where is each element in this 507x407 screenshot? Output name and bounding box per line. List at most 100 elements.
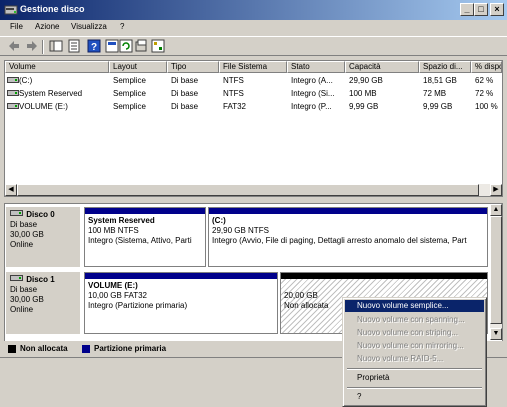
volume-name: System Reserved [19, 89, 83, 98]
volume-row[interactable]: (C:) Semplice Di base NTFS Integro (A...… [5, 74, 502, 87]
partition-detail: 10,00 GB FAT32 [88, 291, 147, 300]
volume-status: Integro (Si... [291, 89, 335, 98]
partition-detail: 29,90 GB NTFS [212, 226, 269, 235]
primary-partition-swatch [82, 345, 90, 353]
volume-layout: Semplice [113, 76, 146, 85]
disk-management-icon [4, 5, 18, 15]
disk-1-status: Online [10, 305, 34, 314]
volume-row[interactable]: System Reserved Semplice Di base NTFS In… [5, 87, 502, 100]
column-header-file-system[interactable]: File Sistema [219, 61, 287, 73]
graphical-view-vertical-scrollbar[interactable]: ▲ ▼ [490, 204, 502, 340]
volume-list-horizontal-scrollbar[interactable]: ◀ ▶ [5, 184, 502, 196]
disk-1-size: 30,00 GB [10, 295, 44, 304]
menu-item-new-striped-volume[interactable]: Nuovo volume con striping... [345, 327, 484, 339]
partition-name: System Reserved [88, 216, 155, 225]
legend-unallocated: Non allocata [20, 344, 68, 353]
volume-free-space: 9,99 GB [423, 102, 453, 111]
disk-1-label[interactable]: Disco 1 Di base 30,00 GB Online [6, 272, 80, 334]
disk-icon [10, 275, 23, 281]
disk-0-label[interactable]: Disco 0 Di base 30,00 GB Online [6, 207, 80, 267]
volume-row[interactable]: VOLUME (E:) Semplice Di base FAT32 Integ… [5, 100, 502, 113]
scroll-right-icon[interactable]: ▶ [490, 184, 502, 196]
partition-volume-e[interactable]: VOLUME (E:) 10,00 GB FAT32 Integro (Part… [84, 272, 278, 334]
column-header-percent[interactable]: % dispo [471, 61, 502, 73]
partition-status: Integro (Sistema, Attivo, Parti [88, 236, 192, 245]
partition-name: VOLUME (E:) [88, 281, 138, 290]
menu-separator [347, 368, 482, 370]
column-header-layout[interactable]: Layout [109, 61, 167, 73]
export-icon[interactable] [134, 39, 150, 55]
primary-partition-bar [85, 273, 277, 279]
menu-azione[interactable]: Azione [35, 22, 59, 31]
options-icon[interactable] [150, 39, 166, 55]
primary-partition-bar [209, 208, 487, 214]
close-button[interactable]: × [490, 3, 504, 16]
disk-0-size: 30,00 GB [10, 230, 44, 239]
menu-separator [347, 387, 482, 389]
scrollbar-thumb[interactable] [490, 216, 502, 324]
volume-type: Di base [171, 76, 199, 85]
column-header-tipo[interactable]: Tipo [167, 61, 219, 73]
disk-0-name: Disco 0 [26, 210, 55, 219]
partition-c-drive[interactable]: (C:) 29,90 GB NTFS Integro (Avvio, File … [208, 207, 488, 267]
menu-item-new-mirrored-volume[interactable]: Nuovo volume con mirroring... [345, 340, 484, 352]
disk-icon [10, 210, 23, 216]
partition-status: Integro (Partizione primaria) [88, 301, 188, 310]
console-tree-icon[interactable] [48, 39, 64, 55]
maximize-button[interactable]: □ [474, 3, 488, 16]
volume-free-percent: 72 % [475, 89, 494, 98]
volume-type: Di base [171, 102, 199, 111]
menu-item-new-simple-volume[interactable]: Nuovo volume semplice... [345, 300, 484, 312]
disk-1-type: Di base [10, 285, 38, 294]
scroll-down-icon[interactable]: ▼ [490, 328, 502, 340]
menu-item-help[interactable]: ? [345, 391, 484, 403]
primary-partition-bar [85, 208, 205, 214]
volume-status: Integro (A... [291, 76, 333, 85]
column-header-capacita[interactable]: Capacità [345, 61, 419, 73]
partition-system-reserved[interactable]: System Reserved 100 MB NTFS Integro (Sis… [84, 207, 206, 267]
toolbar: ? [0, 36, 507, 56]
disk-1-name: Disco 1 [26, 275, 55, 284]
column-header-spazio[interactable]: Spazio di... [419, 61, 471, 73]
back-arrow-icon[interactable] [6, 39, 22, 55]
menu-item-new-spanned-volume[interactable]: Nuovo volume con spanning... [345, 314, 484, 326]
volume-fs: NTFS [223, 89, 244, 98]
menu-visualizza[interactable]: Visualizza [71, 22, 107, 31]
menu-file[interactable]: File [10, 22, 23, 31]
menu-item-new-raid5-volume[interactable]: Nuovo volume RAID-5... [345, 353, 484, 365]
minimize-button[interactable]: _ [460, 3, 474, 16]
refresh-icon[interactable] [118, 39, 134, 55]
column-header-stato[interactable]: Stato [287, 61, 345, 73]
volume-free-space: 72 MB [423, 89, 447, 98]
volume-capacity: 29,90 GB [349, 76, 383, 85]
volume-list-header: Volume Layout Tipo File Sistema Stato Ca… [5, 61, 502, 73]
partition-status: Integro (Avvio, File di paging, Dettagli… [212, 236, 467, 245]
legend-primary-partition: Partizione primaria [94, 344, 167, 353]
column-header-volume[interactable]: Volume [5, 61, 109, 73]
help-icon[interactable]: ? [86, 39, 102, 55]
volume-capacity: 100 MB [349, 89, 377, 98]
volume-list[interactable]: Volume Layout Tipo File Sistema Stato Ca… [4, 60, 503, 197]
unallocated-bar [281, 273, 487, 279]
menu-item-properties[interactable]: Proprietà [345, 372, 484, 384]
toolbar-separator [42, 40, 44, 54]
volume-layout: Semplice [113, 89, 146, 98]
properties-icon[interactable] [66, 39, 82, 55]
disk-0-type: Di base [10, 220, 38, 229]
volume-name: (C:) [19, 76, 33, 85]
volume-capacity: 9,99 GB [349, 102, 379, 111]
scrollbar-thumb[interactable] [17, 184, 479, 196]
disk-0-status: Online [10, 240, 34, 249]
window-title: Gestione disco [20, 4, 85, 14]
volume-fs: FAT32 [223, 102, 246, 111]
title-bar[interactable]: Gestione disco _ □ × [0, 0, 507, 20]
volume-fs: NTFS [223, 76, 244, 85]
menu-help[interactable]: ? [120, 22, 124, 31]
volume-free-percent: 100 % [475, 102, 498, 111]
partition-detail: 100 MB NTFS [88, 226, 139, 235]
volume-name: VOLUME (E:) [19, 102, 68, 111]
scroll-up-icon[interactable]: ▲ [490, 204, 502, 216]
forward-arrow-icon[interactable] [24, 39, 40, 55]
volume-free-space: 18,51 GB [423, 76, 457, 85]
scroll-left-icon[interactable]: ◀ [5, 184, 17, 196]
